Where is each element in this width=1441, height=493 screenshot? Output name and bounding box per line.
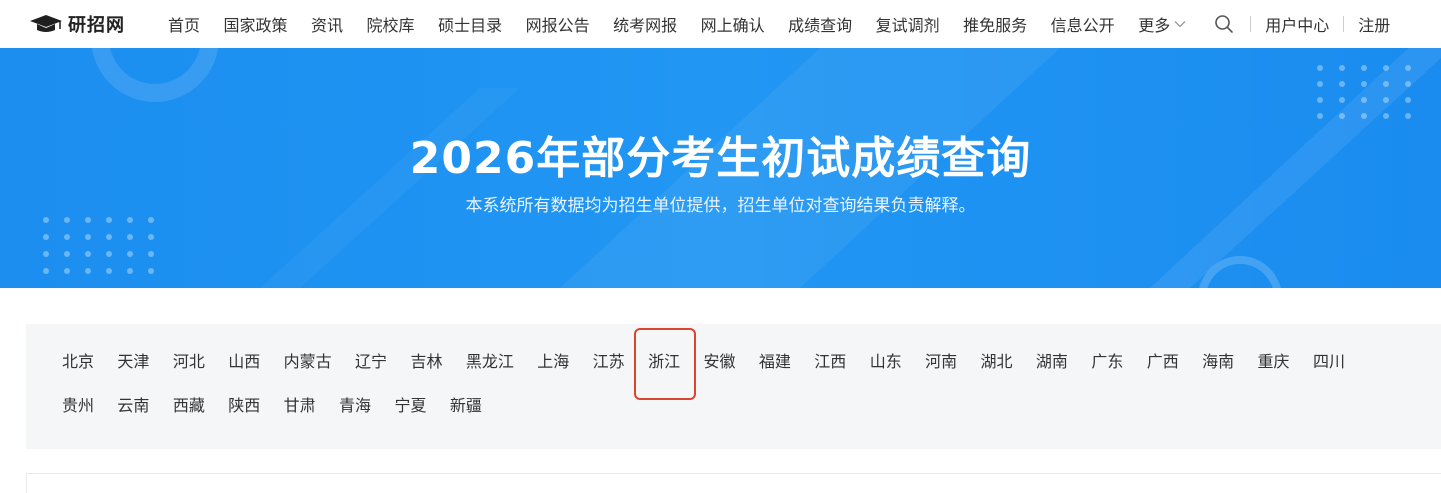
results-card [26, 473, 1441, 493]
province-guizhou[interactable]: 贵州 [62, 396, 94, 416]
province-hainan[interactable]: 海南 [1202, 352, 1234, 372]
nav-item-home[interactable]: 首页 [168, 12, 200, 36]
logo-text: 研招网 [68, 15, 125, 36]
province-shanxi[interactable]: 山西 [228, 352, 260, 372]
site-logo[interactable]: 研招网 [28, 11, 168, 37]
search-icon [1215, 15, 1234, 33]
province-zhejiang[interactable]: 浙江 [634, 328, 697, 400]
page-subtitle: 本系统所有数据均为招生单位提供，招生单位对查询结果负责解释。 [465, 196, 976, 216]
province-jiangsu[interactable]: 江苏 [593, 352, 625, 372]
nav-item-schools[interactable]: 院校库 [367, 12, 415, 36]
province-gansu[interactable]: 甘肃 [284, 396, 316, 416]
search-button[interactable] [1212, 12, 1236, 36]
nav-item-online-confirm[interactable]: 网上确认 [701, 12, 765, 36]
province-yunnan[interactable]: 云南 [117, 396, 149, 416]
nav-more-label: 更多 [1138, 16, 1171, 35]
page: 研招网 首页 国家政策 资讯 院校库 硕士目录 网报公告 统考网报 网上确认 成… [0, 0, 1441, 493]
nav-item-news[interactable]: 资讯 [311, 12, 343, 36]
province-sichuan[interactable]: 四川 [1313, 352, 1345, 372]
province-shandong[interactable]: 山东 [870, 352, 902, 372]
province-jilin[interactable]: 吉林 [410, 352, 442, 372]
province-shanghai[interactable]: 上海 [537, 352, 569, 372]
graduation-cap-icon [30, 15, 62, 32]
user-center-link[interactable]: 用户中心 [1265, 12, 1329, 36]
province-xizang[interactable]: 西藏 [173, 396, 205, 416]
main-nav: 首页 国家政策 资讯 院校库 硕士目录 网报公告 统考网报 网上确认 成绩查询 … [168, 12, 1390, 36]
page-title: 2026年部分考生初试成绩查询 [409, 133, 1032, 184]
province-chongqing[interactable]: 重庆 [1258, 352, 1290, 372]
province-xinjiang[interactable]: 新疆 [450, 396, 482, 416]
nav-item-exempt-service[interactable]: 推免服务 [963, 12, 1027, 36]
register-link[interactable]: 注册 [1358, 12, 1390, 36]
nav-more-menu[interactable]: 更多 [1138, 12, 1186, 36]
province-qinghai[interactable]: 青海 [339, 396, 371, 416]
nav-item-exam-registration[interactable]: 统考网报 [613, 12, 677, 36]
province-guangxi[interactable]: 广西 [1147, 352, 1179, 372]
province-tianjin[interactable]: 天津 [117, 352, 149, 372]
province-hunan[interactable]: 湖南 [1036, 352, 1068, 372]
province-heilongjiang[interactable]: 黑龙江 [466, 352, 514, 372]
nav-item-retest-adjust[interactable]: 复试调剂 [876, 12, 940, 36]
nav-item-info-public[interactable]: 信息公开 [1051, 12, 1115, 36]
divider [1250, 16, 1252, 32]
province-hebei[interactable]: 河北 [173, 352, 205, 372]
nav-item-score-query[interactable]: 成绩查询 [788, 12, 852, 36]
chevron-down-icon [1174, 21, 1186, 28]
top-navigation-bar: 研招网 首页 国家政策 资讯 院校库 硕士目录 网报公告 统考网报 网上确认 成… [0, 0, 1441, 48]
nav-item-registration-notice[interactable]: 网报公告 [526, 12, 590, 36]
province-neimenggu[interactable]: 内蒙古 [284, 352, 332, 372]
province-hubei[interactable]: 湖北 [981, 352, 1013, 372]
hero-banner: 2026年部分考生初试成绩查询 本系统所有数据均为招生单位提供，招生单位对查询结… [0, 48, 1441, 288]
province-guangdong[interactable]: 广东 [1091, 352, 1123, 372]
province-anhui[interactable]: 安徽 [703, 352, 735, 372]
nav-item-master-catalog[interactable]: 硕士目录 [438, 12, 502, 36]
province-beijing[interactable]: 北京 [62, 352, 94, 372]
province-row: 贵州 云南 西藏 陕西 甘肃 青海 宁夏 新疆 [62, 396, 505, 416]
province-liaoning[interactable]: 辽宁 [355, 352, 387, 372]
province-fujian[interactable]: 福建 [759, 352, 791, 372]
province-row: 北京 天津 河北 山西 内蒙古 辽宁 吉林 黑龙江 上海 江苏 浙江 安徽 福建… [62, 328, 1368, 400]
divider [1343, 16, 1345, 32]
province-selector: 北京 天津 河北 山西 内蒙古 辽宁 吉林 黑龙江 上海 江苏 浙江 安徽 福建… [26, 324, 1441, 449]
province-shaanxi[interactable]: 陕西 [228, 396, 260, 416]
province-ningxia[interactable]: 宁夏 [394, 396, 426, 416]
nav-item-policy[interactable]: 国家政策 [224, 12, 288, 36]
province-henan[interactable]: 河南 [925, 352, 957, 372]
province-jiangxi[interactable]: 江西 [814, 352, 846, 372]
